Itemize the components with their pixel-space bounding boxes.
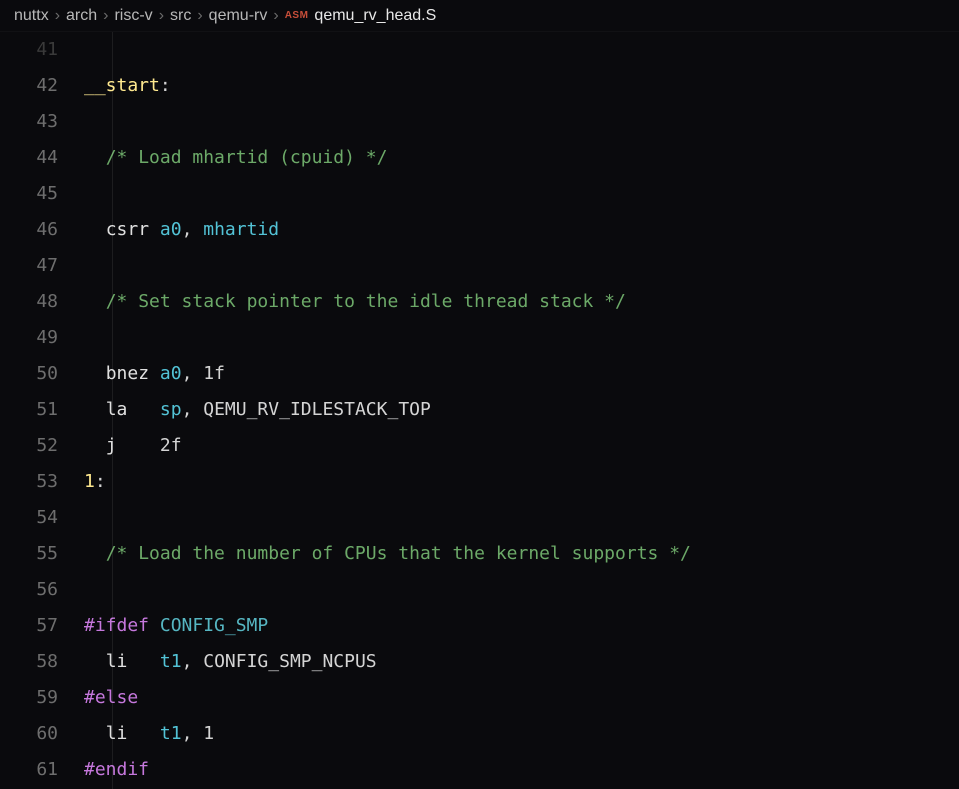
code-editor[interactable]: 4142434445464748495051525354555657585960… bbox=[0, 32, 959, 789]
token: t1 bbox=[160, 723, 182, 744]
breadcrumb-item-0[interactable]: nuttx bbox=[14, 7, 49, 25]
line-number: 52 bbox=[0, 428, 58, 464]
line-number: 44 bbox=[0, 140, 58, 176]
code-line[interactable] bbox=[78, 248, 959, 284]
token: , bbox=[182, 219, 204, 240]
code-line[interactable]: 1: bbox=[78, 464, 959, 500]
line-number: 58 bbox=[0, 644, 58, 680]
code-line[interactable]: li t1, CONFIG_SMP_NCPUS bbox=[78, 644, 959, 680]
token: 1f bbox=[203, 363, 225, 384]
code-line[interactable]: /* Set stack pointer to the idle thread … bbox=[78, 284, 959, 320]
code-line[interactable] bbox=[78, 320, 959, 356]
token: , bbox=[182, 399, 204, 420]
line-number: 47 bbox=[0, 248, 58, 284]
token: a0 bbox=[160, 363, 182, 384]
code-line[interactable] bbox=[78, 572, 959, 608]
token: , bbox=[182, 651, 204, 672]
code-line[interactable]: #else bbox=[78, 680, 959, 716]
chevron-right-icon: › bbox=[273, 7, 278, 25]
token: /* Load mhartid (cpuid) */ bbox=[106, 147, 388, 168]
line-number-gutter: 4142434445464748495051525354555657585960… bbox=[0, 32, 78, 789]
token: #ifdef bbox=[84, 615, 160, 636]
token: 2f bbox=[160, 435, 182, 456]
code-area[interactable]: __start: /* Load mhartid (cpuid) */ csrr… bbox=[78, 32, 959, 789]
code-line[interactable]: #endif bbox=[78, 752, 959, 788]
code-line[interactable]: /* Load mhartid (cpuid) */ bbox=[78, 140, 959, 176]
token: 1 bbox=[203, 723, 214, 744]
breadcrumb-item-2[interactable]: risc-v bbox=[114, 7, 152, 25]
line-number: 54 bbox=[0, 500, 58, 536]
token: , bbox=[182, 363, 204, 384]
line-number: 41 bbox=[0, 32, 58, 68]
token: #endif bbox=[84, 759, 149, 780]
token: li bbox=[106, 723, 160, 744]
token: __start bbox=[84, 75, 160, 96]
line-number: 56 bbox=[0, 572, 58, 608]
breadcrumb-item-4[interactable]: qemu-rv bbox=[209, 7, 268, 25]
chevron-right-icon: › bbox=[103, 7, 108, 25]
token: bnez bbox=[106, 363, 160, 384]
token: li bbox=[106, 651, 160, 672]
token: t1 bbox=[160, 651, 182, 672]
code-line[interactable]: csrr a0, mhartid bbox=[78, 212, 959, 248]
code-line[interactable]: la sp, QEMU_RV_IDLESTACK_TOP bbox=[78, 392, 959, 428]
token: /* Load the number of CPUs that the kern… bbox=[106, 543, 691, 564]
line-number: 49 bbox=[0, 320, 58, 356]
token: : bbox=[95, 471, 106, 492]
breadcrumb: nuttx › arch › risc-v › src › qemu-rv › … bbox=[0, 0, 959, 32]
token: /* Set stack pointer to the idle thread … bbox=[106, 291, 626, 312]
token: 1 bbox=[84, 471, 95, 492]
line-number: 50 bbox=[0, 356, 58, 392]
line-number: 45 bbox=[0, 176, 58, 212]
line-number: 42 bbox=[0, 68, 58, 104]
code-line[interactable]: j 2f bbox=[78, 428, 959, 464]
code-line[interactable] bbox=[78, 32, 959, 68]
chevron-right-icon: › bbox=[55, 7, 60, 25]
line-number: 61 bbox=[0, 752, 58, 788]
chevron-right-icon: › bbox=[159, 7, 164, 25]
code-line[interactable]: bnez a0, 1f bbox=[78, 356, 959, 392]
line-number: 48 bbox=[0, 284, 58, 320]
token: mhartid bbox=[203, 219, 279, 240]
line-number: 46 bbox=[0, 212, 58, 248]
code-line[interactable] bbox=[78, 176, 959, 212]
token: : bbox=[160, 75, 171, 96]
line-number: 51 bbox=[0, 392, 58, 428]
indent-guide bbox=[112, 32, 113, 789]
token: a0 bbox=[160, 219, 182, 240]
breadcrumb-file[interactable]: qemu_rv_head.S bbox=[314, 7, 436, 25]
token: j bbox=[106, 435, 160, 456]
token: QEMU_RV_IDLESTACK_TOP bbox=[203, 399, 431, 420]
token: , bbox=[182, 723, 204, 744]
code-line[interactable] bbox=[78, 500, 959, 536]
token: CONFIG_SMP_NCPUS bbox=[203, 651, 376, 672]
breadcrumb-item-1[interactable]: arch bbox=[66, 7, 97, 25]
token: sp bbox=[160, 399, 182, 420]
code-line[interactable]: #ifdef CONFIG_SMP bbox=[78, 608, 959, 644]
token: CONFIG_SMP bbox=[160, 615, 268, 636]
line-number: 55 bbox=[0, 536, 58, 572]
line-number: 53 bbox=[0, 464, 58, 500]
asm-file-icon: ASM bbox=[285, 10, 309, 21]
token: la bbox=[106, 399, 160, 420]
line-number: 60 bbox=[0, 716, 58, 752]
line-number: 57 bbox=[0, 608, 58, 644]
code-line[interactable]: /* Load the number of CPUs that the kern… bbox=[78, 536, 959, 572]
line-number: 43 bbox=[0, 104, 58, 140]
breadcrumb-item-3[interactable]: src bbox=[170, 7, 191, 25]
code-line[interactable]: __start: bbox=[78, 68, 959, 104]
token: csrr bbox=[106, 219, 160, 240]
chevron-right-icon: › bbox=[197, 7, 202, 25]
line-number: 59 bbox=[0, 680, 58, 716]
code-line[interactable] bbox=[78, 104, 959, 140]
code-line[interactable]: li t1, 1 bbox=[78, 716, 959, 752]
